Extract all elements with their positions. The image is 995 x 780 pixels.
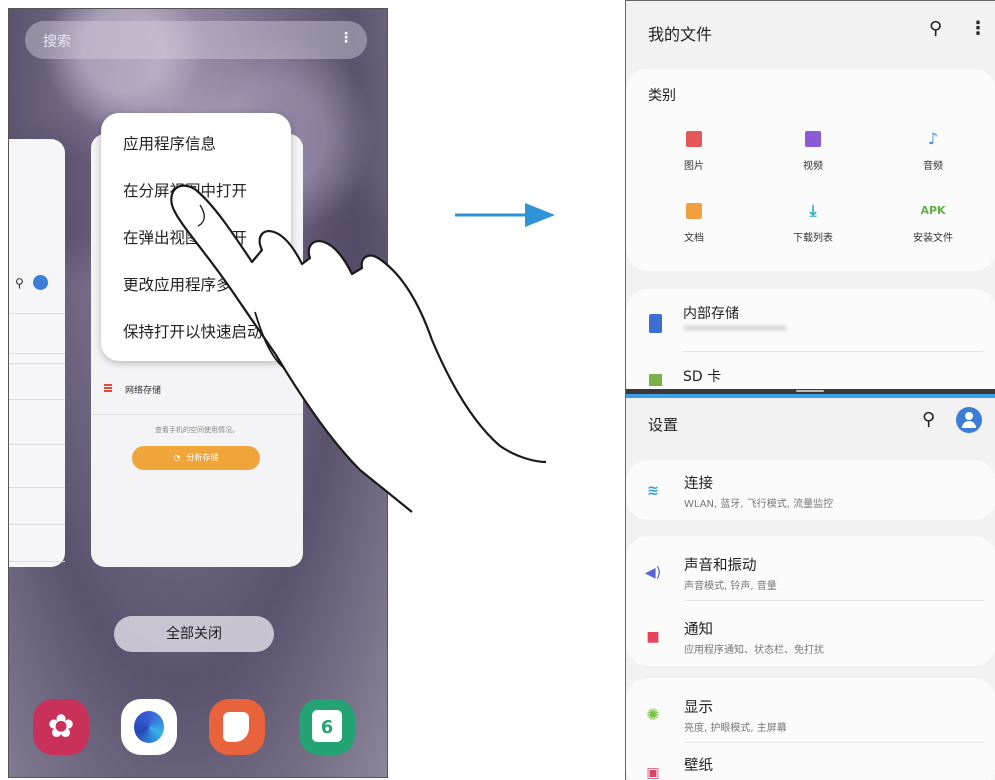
split-divider-handle[interactable] [626,389,995,398]
gallery-icon[interactable] [33,699,89,755]
audio-icon: ♪ [927,129,939,148]
search-icon[interactable]: ⚲ [922,409,935,430]
more-options-icon[interactable]: ⋮ [969,18,987,39]
page-title: 我的文件 [648,25,713,44]
settings-card-sound-notifications: ◀) 声音和振动 声音模式, 铃声, 音量 ■ 通知 应用程序通知、状态栏、免打… [626,536,995,666]
settings-row-connections[interactable]: ≋ 连接 WLAN, 蓝牙, 飞行模式, 流量监控 [626,462,995,518]
menu-item-app-info[interactable]: 应用程序信息 [101,121,291,168]
app-dock [9,699,387,777]
wifi-icon: ≋ [647,483,659,499]
divider [9,313,65,314]
category-label: 图片 [684,161,704,172]
settings-row-title: 通知 [684,622,713,638]
settings-pane: 设置 ⚲ ≋ 连接 WLAN, 蓝牙, 飞行模式, 流量监控 ◀) 声音和振动 … [626,398,995,780]
category-images[interactable]: 图片 [649,131,739,172]
notification-icon: ■ [646,629,660,645]
split-screen-result: 我的文件 ⚲ ⋮ 类别 图片 视频 ♪ 音频 文档 ⤓ 下载列表 APK 安装文… [625,0,995,780]
phone-storage-icon [649,314,662,333]
category-installation-files[interactable]: APK 安装文件 [888,203,978,244]
settings-card-display: ✺ 显示 亮度, 护眼模式, 主屏幕 ▣ 壁纸 [626,678,995,780]
more-options-icon[interactable]: ⋮ [339,30,353,46]
image-icon [686,131,702,147]
sd-card-title[interactable]: SD 卡 [683,366,721,386]
category-label: 音频 [923,161,943,172]
category-label: 视频 [803,161,823,172]
internal-storage-title[interactable]: 内部存储 [683,303,739,323]
drag-handle-icon [796,390,824,392]
apk-icon: APK [920,204,946,217]
document-icon [686,203,702,219]
menu-item-open-split-screen[interactable]: 在分屏视图中打开 [101,168,291,215]
category-title: 类别 [648,88,676,104]
category-label: 下载列表 [793,233,833,244]
account-avatar-icon[interactable] [956,407,982,433]
settings-row-subtitle: 声音模式, 铃声, 音量 [684,581,777,592]
divider [91,414,303,415]
divider [9,487,65,488]
category-audio[interactable]: ♪ 音频 [888,129,978,173]
split-screen-illustration: 搜索 ⋮ ⚲ 网络存储 查看手机的空间使用情况。 ◔ 分析存储 应用程序信息 在分… [0,0,995,780]
settings-row-subtitle: WLAN, 蓝牙, 飞行模式, 流量监控 [684,499,834,510]
analyze-icon: ◔ [173,453,181,462]
settings-row-title: 连接 [684,476,713,492]
wallpaper-icon: ▣ [646,765,660,780]
category-label: 文档 [684,233,704,244]
divider [9,524,65,525]
transition-arrow [455,203,555,227]
divider [9,353,65,354]
settings-row-title: 声音和振动 [684,558,757,574]
divider [9,561,65,562]
storage-hint: 查看手机的空间使用情况。 [155,426,239,434]
category-label: 安装文件 [913,233,953,244]
analyze-storage-label: 分析存储 [186,453,219,462]
divider [9,363,65,364]
network-storage-icon [104,384,112,393]
category-card: 类别 图片 视频 ♪ 音频 文档 ⤓ 下载列表 APK 安装文件 [626,69,995,271]
recent-apps-screen: 搜索 ⋮ ⚲ 网络存储 查看手机的空间使用情况。 ◔ 分析存储 应用程序信息 在分… [8,8,388,778]
calendar-icon[interactable] [299,699,355,755]
divider [9,444,65,445]
analyze-storage-button[interactable]: ◔ 分析存储 [132,446,260,470]
settings-row-title: 壁纸 [684,758,713,774]
settings-row-notifications[interactable]: ■ 通知 应用程序通知、状态栏、免打扰 [626,608,995,664]
category-downloads[interactable]: ⤓ 下载列表 [768,201,858,245]
divider [684,600,984,601]
menu-item-keep-open[interactable]: 保持打开以快速启动 [101,309,291,356]
sd-card-icon [649,374,662,386]
app-context-menu: 应用程序信息 在分屏视图中打开 在弹出视图中打开 更改应用程序多 保持打开以快速… [101,113,291,361]
search-icon[interactable]: ⚲ [929,18,942,39]
category-documents[interactable]: 文档 [649,203,739,244]
divider [9,399,65,400]
samsung-notes-icon[interactable] [209,699,265,755]
settings-row-subtitle: 亮度, 护眼模式, 主屏幕 [684,723,787,734]
internal-storage-usage [683,325,787,331]
search-placeholder: 搜索 [43,34,71,50]
divider [683,351,983,352]
sound-icon: ◀) [644,565,662,581]
avatar-icon [33,275,48,290]
display-icon: ✺ [646,705,660,724]
search-bar[interactable]: 搜索 ⋮ [25,21,367,59]
storage-card: 内部存储 SD 卡 [626,289,995,391]
recent-app-card-settings[interactable]: ⚲ [9,139,65,567]
my-files-header: 我的文件 ⚲ ⋮ [626,1,995,59]
bixby-icon[interactable] [121,699,177,755]
page-title: 设置 [648,416,679,434]
my-files-pane: 我的文件 ⚲ ⋮ 类别 图片 视频 ♪ 音频 文档 ⤓ 下载列表 APK 安装文… [626,1,995,391]
settings-card-connections: ≋ 连接 WLAN, 蓝牙, 飞行模式, 流量监控 [626,460,995,520]
menu-item-open-popup[interactable]: 在弹出视图中打开 [101,215,291,262]
close-all-button[interactable]: 全部关闭 [114,616,274,652]
settings-row-display[interactable]: ✺ 显示 亮度, 护眼模式, 主屏幕 [626,686,995,742]
video-icon [805,131,821,147]
category-videos[interactable]: 视频 [768,131,858,172]
network-storage-label: 网络存储 [125,386,162,396]
download-icon: ⤓ [809,201,817,220]
settings-row-subtitle: 应用程序通知、状态栏、免打扰 [684,645,824,656]
settings-row-sound[interactable]: ◀) 声音和振动 声音模式, 铃声, 音量 [626,544,995,600]
settings-row-title: 显示 [684,700,713,716]
menu-item-change-app[interactable]: 更改应用程序多 [101,262,291,309]
divider [684,742,984,743]
settings-row-wallpaper[interactable]: ▣ 壁纸 [626,744,995,780]
search-icon: ⚲ [15,276,24,290]
